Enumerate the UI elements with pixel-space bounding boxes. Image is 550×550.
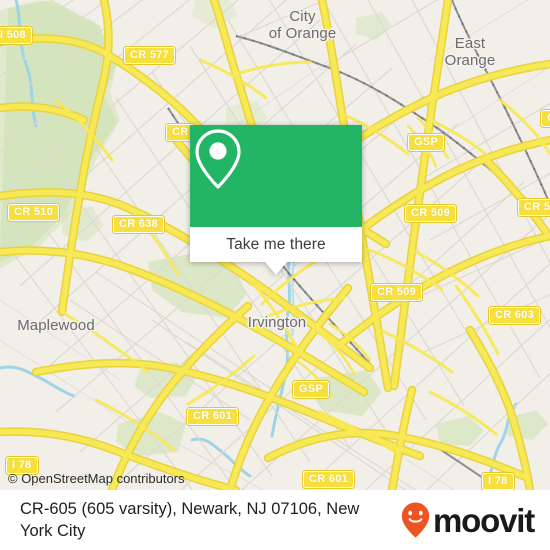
take-me-there-button[interactable]: Take me there xyxy=(190,227,362,262)
road-shield-cr-509-south: CR 509 xyxy=(369,283,424,302)
road-shield-cr-603: CR 603 xyxy=(487,306,542,325)
road-shield-gsp-north: GSP xyxy=(406,133,446,152)
moovit-brand[interactable]: moovit xyxy=(400,501,550,539)
callout-header xyxy=(190,125,362,227)
road-shield-cr-601-west: CR 601 xyxy=(185,407,240,426)
location-caption: CR-605 (605 varsity), Newark, NJ 07106, … xyxy=(20,500,360,540)
road-shield-i-78-east: I 78 xyxy=(481,472,515,490)
callout-tail xyxy=(265,262,287,275)
map-canvas[interactable]: City of Orange East Orange Maplewood Irvin… xyxy=(0,0,550,490)
road-shield-cr-50-partial-right: CR 50 xyxy=(517,198,550,217)
screenshot-root: City of Orange East Orange Maplewood Irvin… xyxy=(0,0,550,550)
road-shield-cr-577: CR 577 xyxy=(122,46,177,65)
road-shield-c-partial-right: C xyxy=(539,109,550,128)
map-attribution[interactable]: © OpenStreetMap contributors xyxy=(8,471,185,486)
take-me-there-label: Take me there xyxy=(226,235,326,253)
map-pin-icon xyxy=(195,129,241,189)
moovit-wordmark: moovit xyxy=(433,501,535,539)
road-shield-i-508: I 508 xyxy=(0,26,33,45)
road-shield-gsp-south: GSP xyxy=(291,380,331,399)
moovit-pin-smile-icon xyxy=(401,502,430,538)
bottom-info-bar: CR-605 (605 varsity), Newark, NJ 07106, … xyxy=(0,490,550,550)
road-shield-cr-638: CR 638 xyxy=(111,215,166,234)
road-shield-cr-509-north: CR 509 xyxy=(403,204,458,223)
road-shield-cr-510: CR 510 xyxy=(6,203,61,222)
road-shield-cr-601-south: CR 601 xyxy=(301,470,356,489)
location-callout-card[interactable]: Take me there xyxy=(190,125,362,275)
